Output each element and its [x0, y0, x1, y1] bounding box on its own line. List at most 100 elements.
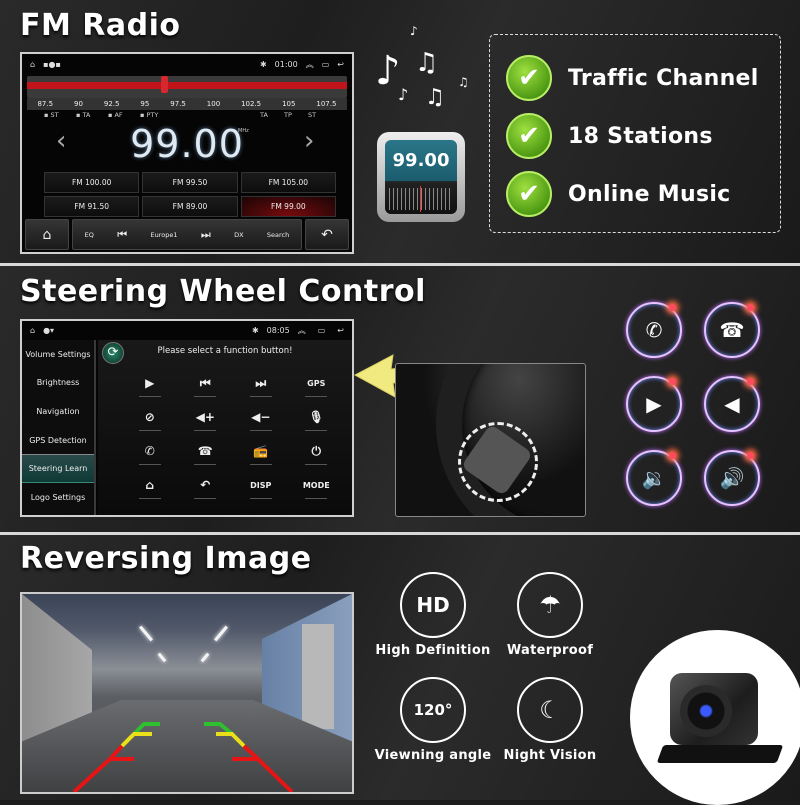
next-function-button[interactable]: ⏭	[233, 366, 289, 400]
call-glyph: ✆	[645, 318, 663, 342]
dial-scale: 87.5 90 92.5 95 97.5 100 102.5 105 107.5	[27, 98, 347, 110]
rds-flags: ▪ ST ▪ TA ▪ AF ▪ PTY TA TP ST	[22, 111, 352, 121]
sidebar-item[interactable]: Navigation	[22, 397, 94, 426]
call-function-button[interactable]: ✆	[122, 434, 178, 468]
section-title: FM Radio	[20, 8, 181, 43]
feature-label: Online Music	[568, 181, 731, 207]
radio-icon-frequency: 99.00	[392, 150, 450, 171]
display-function-button[interactable]: DISP	[233, 468, 289, 502]
bluetooth-icon: ✱	[259, 59, 267, 69]
waterproof-icon: ☂	[517, 572, 583, 638]
band-button[interactable]: Europe1	[151, 231, 178, 239]
volume-up-function-button[interactable]: ◀+	[178, 400, 234, 434]
fm-radio-screen: ⌂ ▪●▪ ✱ 01:00 ︽ ▭ ↩ 87.5 90 92.5 95 97.5 100 1…	[20, 52, 354, 254]
play-function-button[interactable]: ▶	[122, 366, 178, 400]
hang-up-glyph: ☎	[719, 318, 745, 342]
hang-up-icon: ☎	[704, 302, 760, 358]
previous-function-button[interactable]: ⏮	[178, 366, 234, 400]
hang-up-function-button[interactable]: ☎	[178, 434, 234, 468]
guide-line-red-left	[72, 744, 134, 792]
recent-apps-icon[interactable]: ▭	[322, 60, 330, 69]
dial-tick-label: 95	[140, 100, 150, 108]
control-bar: ⌂ EQ ⏮ Europe1 ⏭ DX Search ↶	[25, 219, 349, 250]
preset-button[interactable]: FM 91.50	[44, 196, 140, 217]
prev-station-icon[interactable]: ⏮	[117, 228, 127, 242]
recent-apps-icon[interactable]: ▭	[318, 326, 326, 335]
glow-dot	[669, 452, 676, 459]
rds-flag: ▪ ST	[44, 111, 59, 119]
note-icon: ♪	[398, 85, 409, 104]
voice-function-button[interactable]: 🎙	[289, 400, 345, 434]
dial-tick-label: 90	[74, 100, 83, 108]
check-icon: ✔	[506, 55, 552, 101]
next-station-icon[interactable]: ⏭	[201, 228, 211, 242]
search-button[interactable]: Search	[267, 231, 289, 239]
back-button[interactable]: ↶	[305, 219, 349, 250]
preset-button[interactable]: FM 99.00	[240, 196, 336, 217]
note-icon: ♫	[415, 48, 439, 78]
rds-flag: ▪ PTY	[140, 111, 159, 119]
feature-label: Viewning angle	[374, 748, 492, 763]
expand-icon[interactable]: ︽	[298, 325, 306, 336]
volume-up-icon: 🔊	[704, 450, 760, 506]
mute-function-button[interactable]: ⊘	[122, 400, 178, 434]
undo-arrow-icon: ↶	[321, 226, 333, 243]
expand-icon[interactable]: ︽	[306, 59, 314, 70]
home-outline-icon[interactable]: ⌂	[30, 326, 35, 335]
note-icon: ♪	[410, 24, 418, 38]
feature-label: Traffic Channel	[568, 65, 759, 91]
guide-line-yellow-left	[120, 732, 152, 748]
gps-function-button[interactable]: GPS	[289, 366, 345, 400]
check-icon: ✔	[506, 113, 552, 159]
sidebar-item[interactable]: GPS Detection	[22, 426, 94, 455]
home-button[interactable]: ⌂	[25, 219, 69, 250]
mode-function-button[interactable]: MODE	[289, 468, 345, 502]
play-glyph: ▶	[646, 392, 662, 416]
steering-wheel-photo	[395, 363, 586, 517]
rds-flag: ▪ AF	[108, 111, 123, 119]
tuner-dial[interactable]	[27, 76, 347, 98]
home-icon: ⌂	[42, 226, 52, 243]
radio-function-button[interactable]: 📻	[233, 434, 289, 468]
reversing-section: Reversing Image HD High Definition ☂ Waterp…	[0, 535, 800, 805]
sidebar-item[interactable]: Volume Settings	[22, 340, 94, 369]
back-function-button[interactable]: ↶	[178, 468, 234, 502]
eq-button[interactable]: EQ	[85, 231, 94, 239]
note-icon: ♫	[458, 75, 469, 89]
preset-button[interactable]: FM 89.00	[142, 196, 238, 217]
sidebar-item[interactable]: Steering Learn	[22, 454, 94, 483]
tuner-needle[interactable]	[161, 76, 169, 93]
dial-tick-label: 97.5	[170, 100, 186, 108]
glow-dot	[747, 452, 754, 459]
sidebar-item[interactable]: Logo Settings	[22, 483, 94, 512]
preset-grid: FM 100.00 FM 99.50 FM 105.00 FM 91.50 FM 89.…	[44, 172, 336, 217]
feature-label: Night Vision	[503, 748, 597, 763]
dx-button[interactable]: DX	[234, 231, 243, 239]
back-icon[interactable]: ↩	[337, 60, 344, 69]
back-icon[interactable]: ↩	[337, 326, 344, 335]
fm-radio-section: FM Radio ⌂ ▪●▪ ✱ 01:00 ︽ ▭ ↩ 87.5 90 92.5 9…	[0, 0, 800, 263]
feature-item: ✔ Online Music	[506, 171, 731, 217]
radio-app-icon: 99.00	[377, 132, 465, 222]
radio-icon-scale	[389, 188, 453, 210]
home-outline-icon[interactable]: ⌂	[30, 60, 35, 69]
camera-lens-icon	[680, 685, 732, 737]
music-notes-icon: ♪ ♫ ♪ ♪ ♫ ♫	[370, 24, 480, 120]
feature-label: Waterproof	[506, 643, 594, 658]
home-function-button[interactable]: ⌂	[122, 468, 178, 502]
sidebar-item[interactable]: Brightness	[22, 369, 94, 398]
frequency-unit: MHz	[238, 128, 249, 134]
volume-down-function-button[interactable]: ◀−	[233, 400, 289, 434]
parking-guide-lines	[72, 722, 294, 792]
glow-dot	[669, 304, 676, 311]
preset-button[interactable]: FM 105.00	[240, 172, 336, 193]
dial-tick-label: 105	[282, 100, 296, 108]
dial-tick-label: 107.5	[316, 100, 337, 108]
preset-button[interactable]: FM 100.00	[44, 172, 140, 193]
seek-up-button[interactable]: ›	[304, 126, 314, 156]
feature-label: High Definition	[375, 643, 491, 658]
status-bar: ⌂ ●▾ ✱ 08:05 ︽ ▭ ↩	[22, 321, 352, 339]
frequency-display: 99.00	[130, 122, 244, 166]
power-function-button[interactable]: ⏻	[289, 434, 345, 468]
preset-button[interactable]: FM 99.50	[142, 172, 238, 193]
